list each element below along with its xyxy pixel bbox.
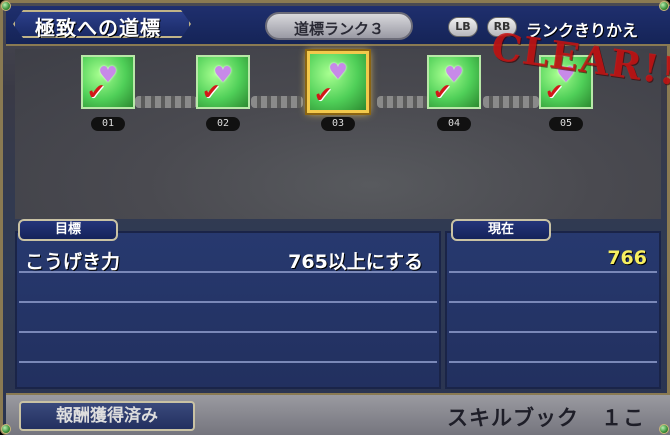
rank-number-01: 01 xyxy=(91,117,125,131)
chain-link xyxy=(251,96,303,108)
row-divider xyxy=(449,301,657,303)
rank-indicator: 道標ランク３ xyxy=(265,12,413,40)
rank-emblem-04[interactable]: ♥ ✔ xyxy=(427,55,481,109)
goal-condition: 765以上にする xyxy=(288,251,423,273)
row-divider xyxy=(19,331,437,333)
row-divider xyxy=(19,361,437,363)
screen-title: 極致への道標 xyxy=(35,16,161,40)
current-value: 766 xyxy=(607,247,647,269)
corner-gem-icon xyxy=(1,424,11,434)
check-mark-icon: ✔ xyxy=(433,80,452,105)
goal-tab-label: 目標 xyxy=(18,219,118,241)
chain-link xyxy=(135,96,197,108)
current-tab-label: 現在 xyxy=(451,219,551,241)
rank-number-04: 04 xyxy=(437,117,471,131)
screen-frame: 極致への道標 道標ランク３ LB RB ランクきりかえ ♥ ✔ 01 ♥ ✔ 0… xyxy=(0,0,670,435)
row-divider xyxy=(449,271,657,273)
reward-status-badge: 報酬獲得済み xyxy=(19,401,195,431)
lb-button[interactable]: LB xyxy=(448,17,478,37)
row-divider xyxy=(449,331,657,333)
check-mark-icon: ✔ xyxy=(202,80,221,105)
check-mark-icon: ✔ xyxy=(545,80,564,105)
chain-link xyxy=(377,96,429,108)
corner-gem-icon xyxy=(659,1,669,11)
row-divider xyxy=(19,301,437,303)
rank-emblem-01[interactable]: ♥ ✔ xyxy=(81,55,135,109)
check-mark-icon: ✔ xyxy=(87,80,106,105)
rank-number-03: 03 xyxy=(321,117,355,131)
rank-number-02: 02 xyxy=(206,117,240,131)
check-mark-icon: ✔ xyxy=(314,83,333,108)
rank-emblem-03[interactable]: ♥ ✔ xyxy=(307,51,369,113)
goal-stat-name: こうげき力 xyxy=(25,251,121,273)
rank-number-05: 05 xyxy=(549,117,583,131)
reward-item-text: スキルブック １こ xyxy=(447,406,645,430)
rank-indicator-label: 道標ランク３ xyxy=(293,20,384,38)
rank-emblem-02[interactable]: ♥ ✔ xyxy=(196,55,250,109)
corner-gem-icon xyxy=(659,424,669,434)
row-divider xyxy=(19,271,437,273)
heart-gift-emblem-icon: ♥ xyxy=(328,60,348,85)
row-divider xyxy=(449,361,657,363)
corner-gem-icon xyxy=(1,1,11,11)
chain-link xyxy=(483,96,539,108)
